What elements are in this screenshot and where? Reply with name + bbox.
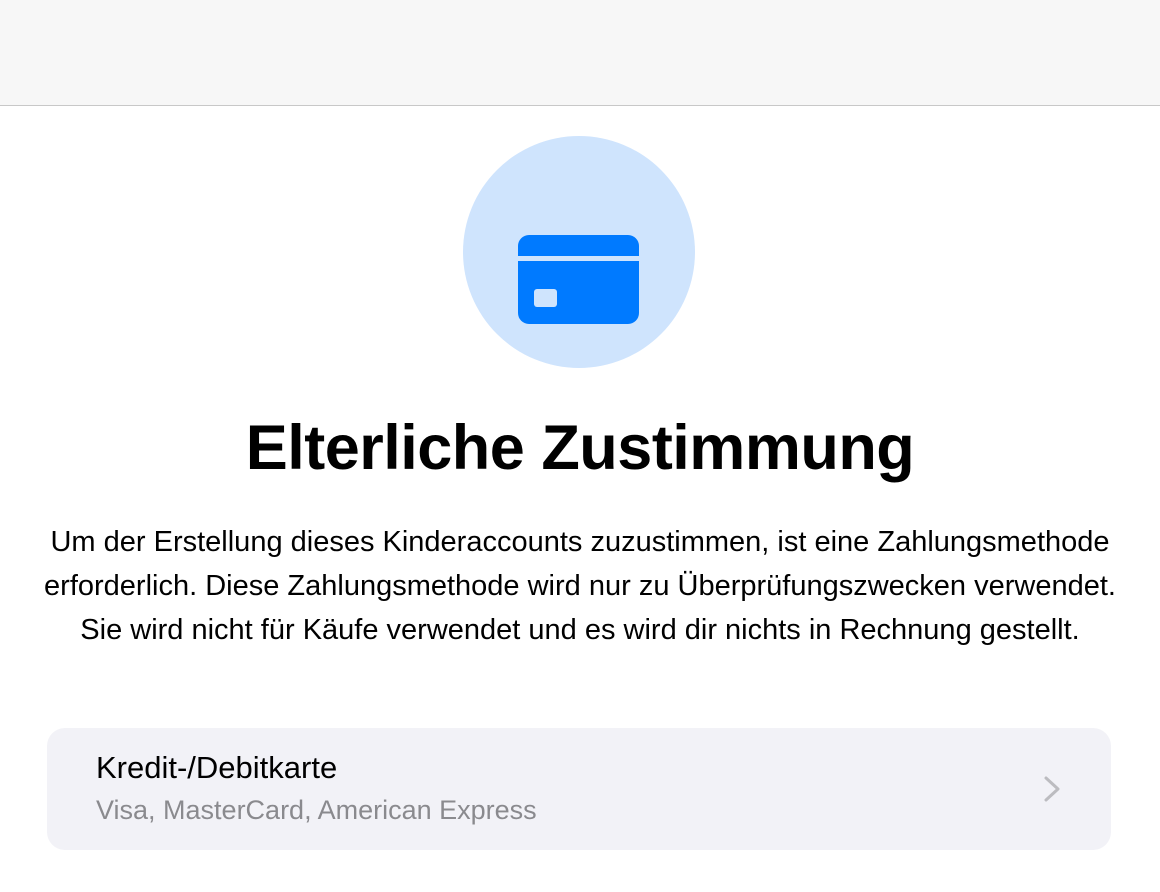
chevron-right-icon [1044,776,1060,802]
credit-debit-card-option[interactable]: Kredit-/Debitkarte Visa, MasterCard, Ame… [47,728,1111,850]
consent-description: Um der Erstellung dieses Kinderaccounts … [44,526,1116,646]
option-title: Kredit-/Debitkarte [96,750,338,785]
icon-circle [463,136,695,368]
page-title: Elterliche Zustimmung [245,413,915,483]
option-subtitle: Visa, MasterCard, American Express [96,795,537,825]
credit-card-icon [518,235,639,324]
main-content: Elterliche Zustimmung Um der Erstellung … [0,107,1160,892]
navigation-bar [0,0,1160,106]
